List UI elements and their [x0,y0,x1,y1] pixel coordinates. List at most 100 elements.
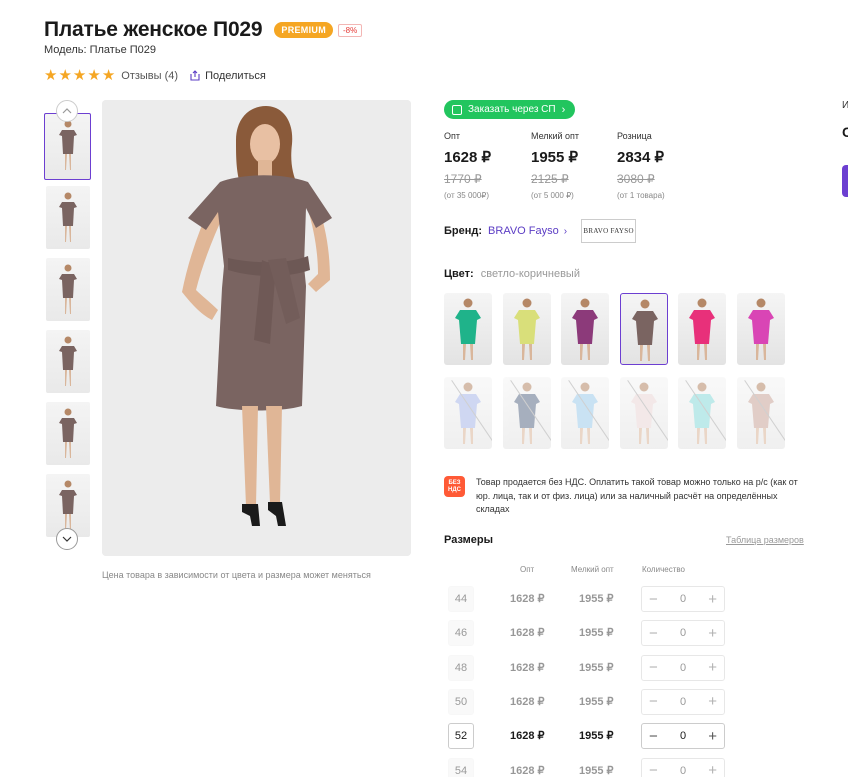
size-row: 52 1628 ₽ 1955 ₽ − 0 + [448,723,748,750]
thumbnail[interactable] [46,330,90,393]
minus-button[interactable]: − [649,625,658,642]
size-row: 54 1628 ₽ 1955 ₽ − 0 + [448,757,748,777]
color-value: светло-коричневый [480,268,580,280]
premium-badge: PREMIUM [274,22,333,38]
shopping-bag-icon [452,104,462,115]
minus-button[interactable]: − [649,728,658,745]
size-row: 46 1628 ₽ 1955 ₽ − 0 + [448,620,748,647]
price-old: 1770 ₽ [444,172,482,186]
minus-button[interactable]: − [649,762,658,777]
minus-button[interactable]: − [649,591,658,608]
brand-link[interactable]: BRAVO Fayso [488,225,559,237]
size-row: 48 1628 ₽ 1955 ₽ − 0 + [448,654,748,681]
product-title: Платье женское П029 [44,18,263,41]
rating-stars: ★ ★ ★ ★ ★ [44,68,115,83]
plus-button[interactable]: + [708,693,717,710]
quantity-value[interactable]: 0 [680,662,686,674]
price-threshold: (от 35 000₽) [444,191,490,200]
column-header-small-opt: Мелкий опт [571,565,614,574]
main-product-photo[interactable] [102,100,411,556]
color-swatch[interactable] [737,293,785,365]
color-swatch[interactable] [619,377,668,449]
color-swatch[interactable] [619,293,668,365]
size-small-opt-price: 1955 ₽ [579,730,614,743]
size-opt-price: 1628 ₽ [510,593,545,605]
plus-button[interactable]: + [708,762,717,777]
size-box[interactable]: 52 [448,723,474,750]
share-label: Поделиться [205,69,266,82]
color-swatch[interactable] [678,377,727,449]
minus-button[interactable]: − [649,693,658,710]
plus-button[interactable]: + [708,728,717,745]
thumbnail[interactable] [46,186,90,249]
quantity-value[interactable]: 0 [680,765,686,777]
color-swatch[interactable] [561,377,610,449]
quantity-stepper: − 0 + [641,723,725,750]
color-swatch[interactable] [737,377,785,449]
price-note: Цена товара в зависимости от цвета и раз… [102,570,371,580]
price-opt: Опт 1628 ₽ 1770 ₽ (от 35 000₽) [444,131,491,200]
quantity-value[interactable]: 0 [680,593,686,605]
quantity-value[interactable]: 0 [680,730,686,742]
plus-button[interactable]: + [708,625,717,642]
color-swatch[interactable] [444,377,492,449]
color-swatch[interactable] [678,293,727,365]
brand-logo[interactable]: BRAVO FAYSO [581,219,637,243]
quantity-stepper: − 0 + [641,757,725,777]
color-swatch[interactable] [502,377,551,449]
side-panel-button[interactable] [842,165,848,197]
plus-button[interactable]: + [708,659,717,676]
title-row: Платье женское П029 PREMIUM -8% [44,18,363,42]
color-swatch[interactable] [561,293,610,365]
price-small-opt: Мелкий опт 1955 ₽ 2125 ₽ (от 5 000 ₽) [531,131,579,200]
order-sp-label: Заказать через СП [468,104,556,115]
size-box[interactable]: 50 [448,688,474,715]
color-swatch[interactable] [444,293,492,365]
price-label: Опт [444,131,460,141]
reviews-link[interactable]: Отзывы (4) [121,70,178,82]
price-value: 1955 ₽ [531,149,579,166]
swatch-model-image [572,298,599,360]
price-threshold: (от 5 000 ₽) [531,191,574,200]
thumbnail[interactable] [46,402,90,465]
chevron-up-icon [62,108,72,114]
size-box[interactable]: 44 [448,586,474,612]
quantity-value[interactable]: 0 [680,627,686,639]
star-icon: ★ [101,67,116,84]
swatch-model-image [631,299,658,361]
thumbnails-up-button[interactable] [56,100,78,122]
size-box[interactable]: 48 [448,654,474,681]
thumbnail[interactable] [46,258,90,321]
order-sp-button[interactable]: Заказать через СП › [444,100,576,119]
quantity-stepper: − 0 + [641,688,725,715]
swatch-model-image [455,382,481,444]
rating-row: ★ ★ ★ ★ ★ Отзывы (4) Поделиться [44,68,266,83]
thumbnails-down-button[interactable] [56,528,78,550]
swatch-model-image [689,382,716,444]
plus-button[interactable]: + [708,591,717,608]
star-icon: ★ [44,67,58,84]
price-retail: Розница 2834 ₽ 3080 ₽ (от 1 товара) [617,131,665,200]
no-vat-icon: БЕЗ НДС [444,476,465,497]
size-table-link[interactable]: Таблица размеров [726,535,804,545]
size-box[interactable]: 46 [448,620,474,647]
thumbnail[interactable] [44,113,91,180]
quantity-value[interactable]: 0 [680,696,686,708]
price-label: Мелкий опт [531,131,580,141]
column-header-qty: Количество [642,565,685,574]
quantity-stepper: − 0 + [641,654,725,681]
price-value: 2834 ₽ [617,149,665,166]
swatch-model-image [748,382,774,444]
price-value: 1628 ₽ [444,149,492,166]
color-swatch[interactable] [502,293,551,365]
size-box[interactable]: 54 [448,757,474,777]
swatch-model-image [748,298,774,360]
share-button[interactable]: Поделиться [190,70,266,82]
column-header-opt: Опт [520,565,535,574]
size-small-opt-price: 1955 ₽ [579,764,614,777]
star-icon: ★ [72,67,87,84]
minus-button[interactable]: − [649,659,658,676]
size-opt-price: 1628 ₽ [510,695,545,708]
size-opt-price: 1628 ₽ [510,764,545,777]
brand-label: Бренд: [444,225,483,237]
